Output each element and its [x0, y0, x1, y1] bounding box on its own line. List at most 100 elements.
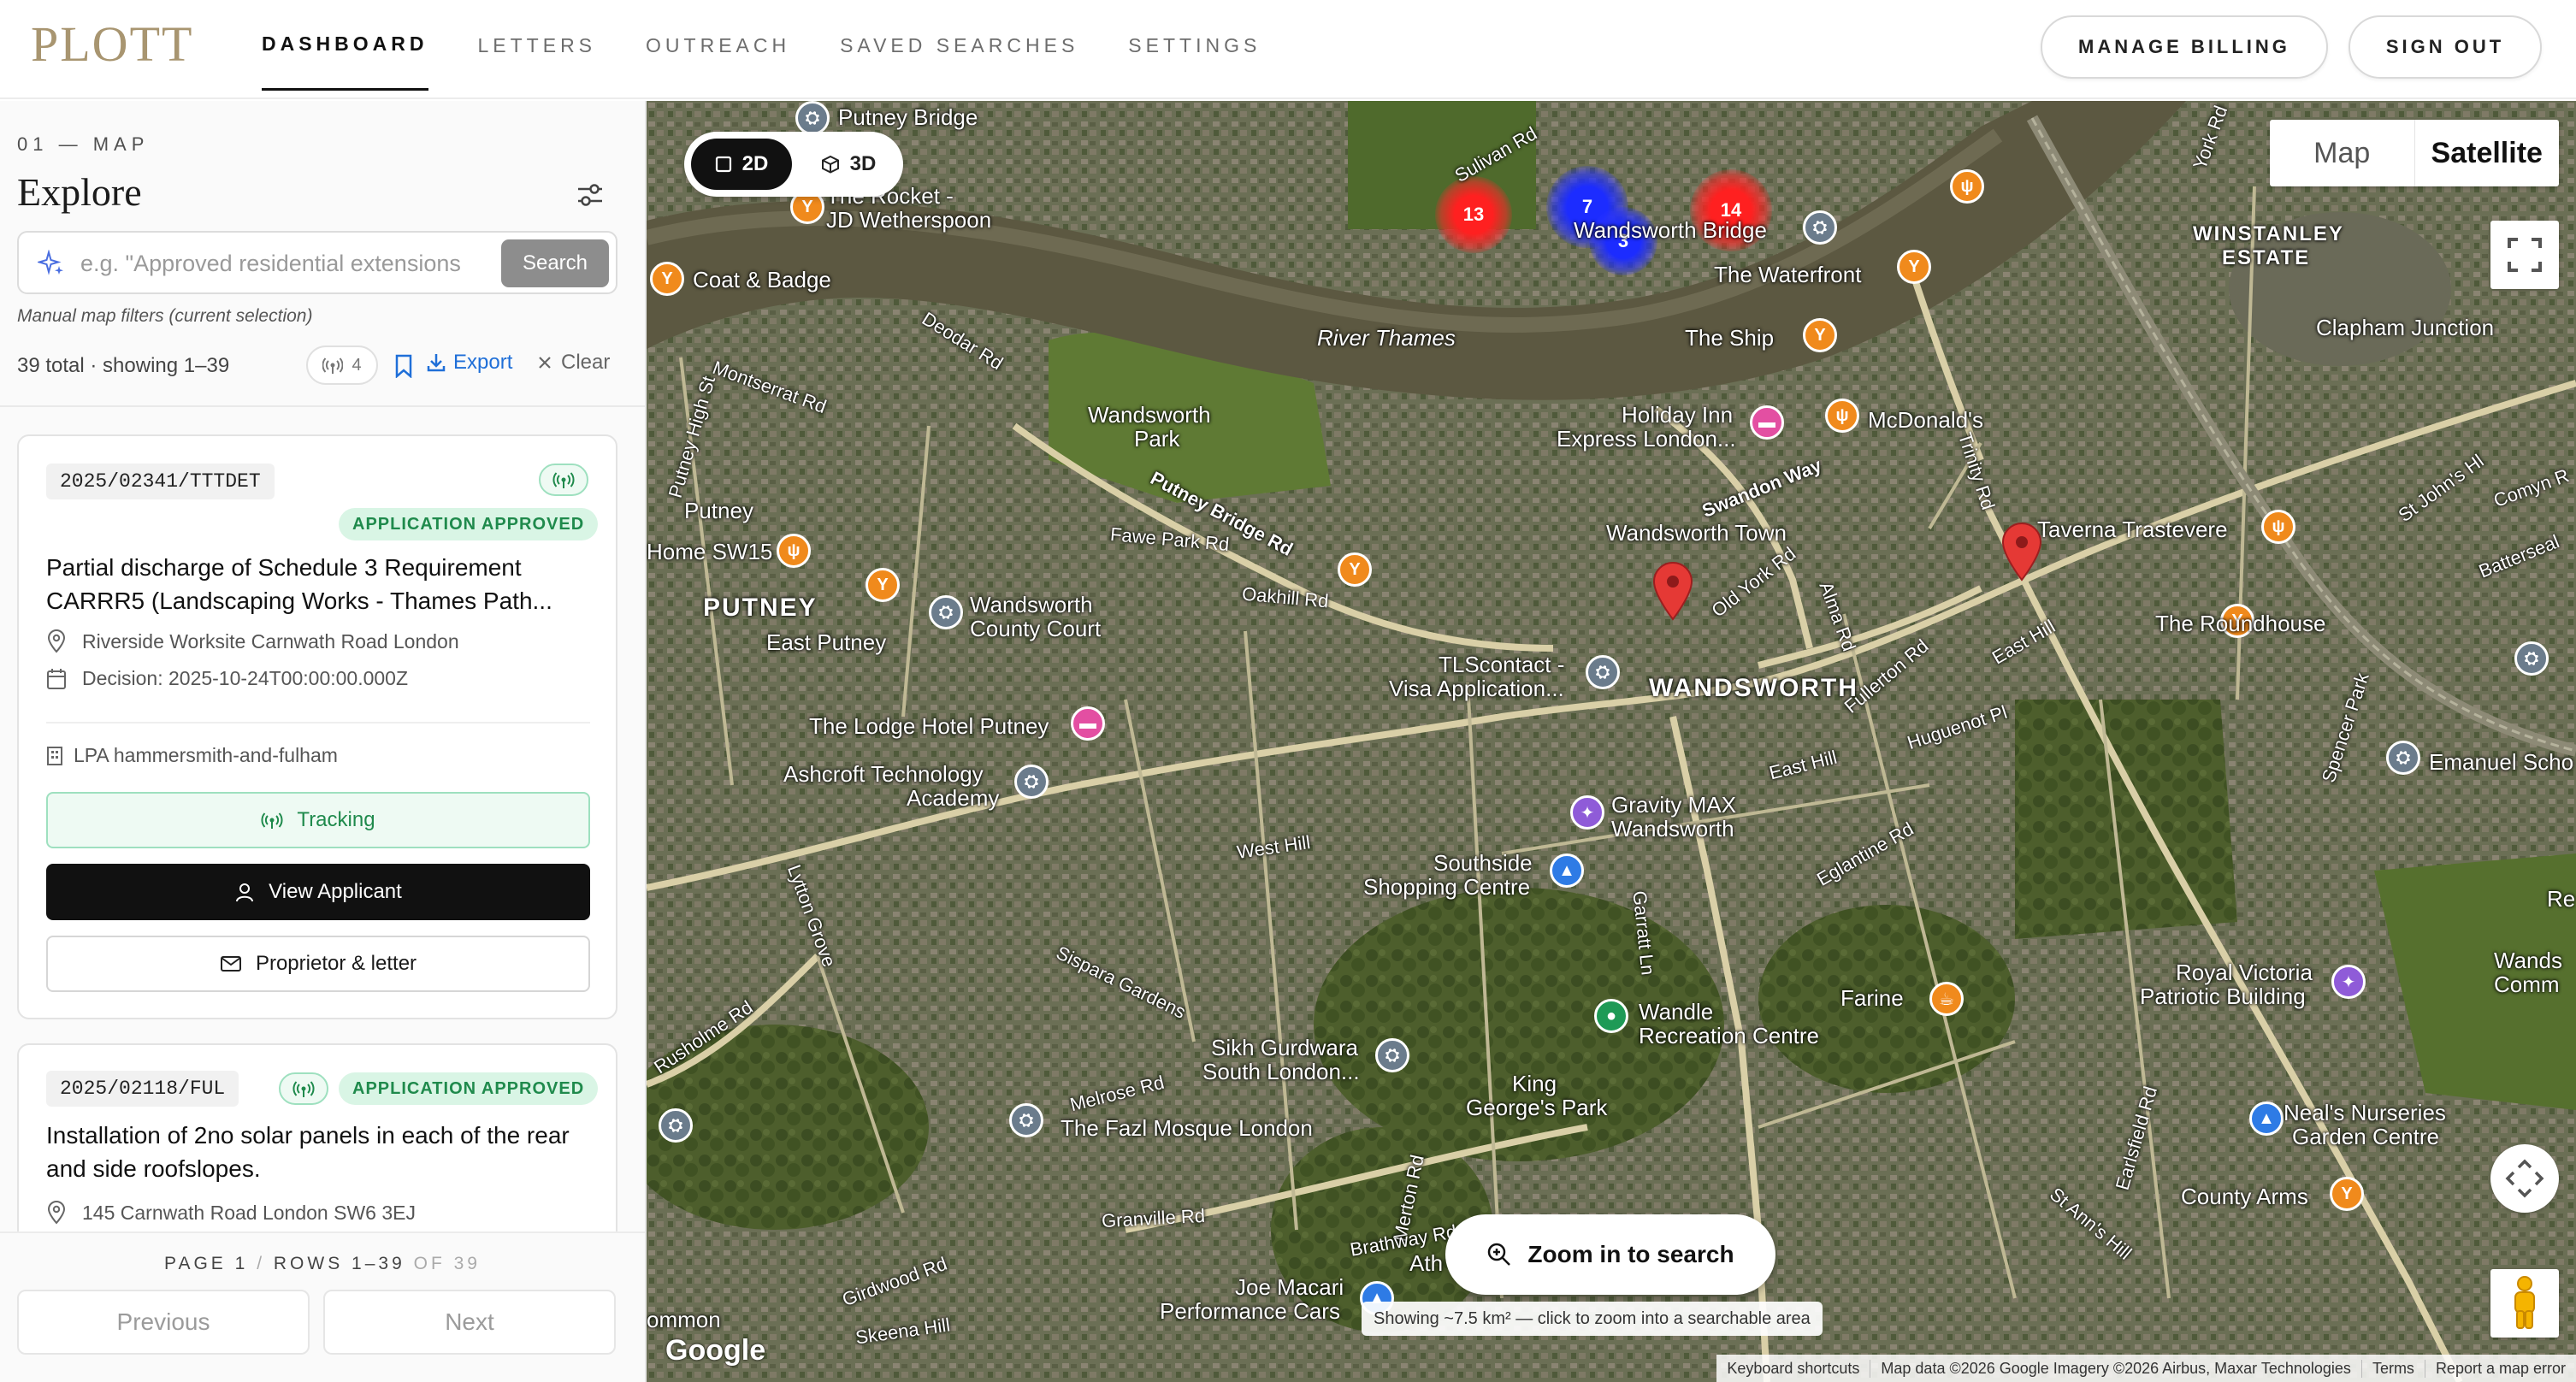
- export-button[interactable]: Export: [426, 351, 512, 375]
- map-label: Park: [1134, 426, 1180, 452]
- google-logo: Google: [665, 1334, 766, 1367]
- map-type-satellite-button[interactable]: Satellite: [2414, 120, 2560, 186]
- next-page-button[interactable]: Next: [323, 1290, 616, 1355]
- keyboard-shortcuts-link[interactable]: Keyboard shortcuts: [1716, 1360, 1870, 1378]
- street-view-pegman-button[interactable]: [2490, 1269, 2559, 1338]
- tracking-indicator[interactable]: [539, 464, 588, 496]
- map-label: County Arms: [2181, 1184, 2308, 1209]
- map-label: Garden Centre: [2292, 1124, 2439, 1149]
- restaurant-poi-icon[interactable]: ψ: [1825, 399, 1859, 433]
- poi-marker-icon[interactable]: ⛭: [1375, 1038, 1409, 1072]
- search-input[interactable]: [80, 245, 474, 282]
- zoom-in-to-search-button[interactable]: Zoom in to search: [1445, 1214, 1775, 1295]
- map-label: Home SW15: [647, 539, 773, 564]
- map-label: WANDSWORTH: [1649, 674, 1858, 702]
- tracking-indicator[interactable]: [279, 1072, 328, 1105]
- map-label: TLScontact -: [1439, 652, 1565, 677]
- camera-control-button[interactable]: [2490, 1144, 2559, 1213]
- poi-marker-icon[interactable]: ⛭: [2386, 741, 2420, 775]
- map-label: Royal Victoria: [2176, 960, 2313, 985]
- poi-marker-icon[interactable]: ⛭: [929, 595, 963, 629]
- nav-settings[interactable]: SETTINGS: [1128, 0, 1261, 91]
- poi-marker-icon[interactable]: ⛭: [1009, 1103, 1043, 1137]
- map-label: Academy: [907, 785, 1000, 811]
- lpa-row: LPA hammersmith-and-fulham: [46, 744, 338, 767]
- cafe-poi-icon[interactable]: ☕: [1929, 982, 1964, 1016]
- satellite-map[interactable]: 13 7 3 14 ⛭ Y Y ⛭ Y Y ψ ▬ ψ ψ Y Y ⛭ ψ Y …: [647, 101, 2576, 1382]
- nav-letters[interactable]: LETTERS: [478, 0, 597, 91]
- poi-marker-icon[interactable]: ⛭: [659, 1108, 693, 1143]
- map-label: Gravity MAX: [1611, 792, 1736, 818]
- application-title: Installation of 2no solar panels in each…: [46, 1122, 570, 1182]
- map-type-map-button[interactable]: Map: [2270, 120, 2414, 186]
- restaurant-poi-icon[interactable]: ψ: [1950, 169, 1984, 204]
- view-2d-button[interactable]: 2D: [691, 139, 792, 190]
- previous-page-button[interactable]: Previous: [17, 1290, 310, 1355]
- map-label: The Roundhouse: [2155, 611, 2326, 636]
- calendar-icon: [47, 668, 66, 689]
- poi-marker-icon[interactable]: ⛭: [795, 101, 830, 135]
- map-label: Holiday Inn: [1622, 402, 1734, 428]
- clear-button[interactable]: Clear: [537, 351, 610, 375]
- address-row: Riverside Worksite Carnwath Road London: [46, 629, 459, 653]
- tracking-filter-chip[interactable]: 4: [306, 346, 378, 385]
- map-label: County Court: [970, 616, 1102, 641]
- broadcast-icon: [552, 472, 575, 488]
- map-label: ommon: [647, 1307, 721, 1332]
- terms-link[interactable]: Terms: [2360, 1359, 2425, 1378]
- map-cluster-marker[interactable]: 13: [1435, 176, 1512, 253]
- bar-poi-icon[interactable]: Y: [650, 262, 684, 296]
- restaurant-poi-icon[interactable]: ψ: [777, 534, 811, 568]
- bar-poi-icon[interactable]: Y: [2330, 1177, 2364, 1211]
- square-icon: [715, 156, 731, 173]
- map-label: Farine: [1840, 985, 1904, 1011]
- map-label: East Putney: [766, 629, 887, 655]
- hotel-poi-icon[interactable]: ▬: [1750, 405, 1784, 440]
- restaurant-poi-icon[interactable]: ψ: [2261, 510, 2295, 544]
- poi-marker-icon[interactable]: ⛭: [1014, 765, 1049, 799]
- bar-poi-icon[interactable]: Y: [866, 568, 900, 602]
- shopping-poi-icon[interactable]: ▲: [2249, 1101, 2284, 1136]
- proprietor-letter-button[interactable]: Proprietor & letter: [46, 936, 590, 992]
- recreation-poi-icon[interactable]: ●: [1594, 999, 1628, 1033]
- tracking-button[interactable]: Tracking: [46, 792, 590, 848]
- poi-marker-icon[interactable]: ⛭: [2514, 641, 2549, 676]
- sign-out-button[interactable]: SIGN OUT: [2349, 15, 2542, 79]
- map-label: JD Wetherspoon: [826, 207, 992, 233]
- nav-dashboard[interactable]: DASHBOARD: [262, 0, 428, 91]
- app-logo[interactable]: PLOTT: [31, 15, 193, 73]
- nav-outreach[interactable]: OUTREACH: [646, 0, 790, 91]
- view-applicant-button[interactable]: View Applicant: [46, 864, 590, 920]
- map-label: The Lodge Hotel Putney: [809, 713, 1049, 739]
- fullscreen-button[interactable]: [2490, 221, 2559, 289]
- shopping-poi-icon[interactable]: ▲: [1550, 853, 1584, 888]
- hotel-poi-icon[interactable]: ▬: [1071, 706, 1105, 741]
- nav-saved-searches[interactable]: SAVED SEARCHES: [840, 0, 1078, 91]
- poi-marker-icon[interactable]: ⛭: [1803, 210, 1837, 245]
- zoom-in-icon: [1488, 1243, 1511, 1266]
- map-label: ESTATE: [2222, 246, 2311, 269]
- bar-poi-icon[interactable]: Y: [1338, 552, 1372, 587]
- search-button[interactable]: Search: [501, 239, 609, 287]
- map-label: King: [1512, 1071, 1557, 1096]
- map-label: Shopping Centre: [1363, 874, 1531, 900]
- bar-poi-icon[interactable]: Y: [1803, 318, 1837, 352]
- cube-icon: [821, 155, 839, 174]
- application-card[interactable]: 2025/02341/TTTDET APPLICATION APPROVED P…: [17, 434, 617, 1019]
- map-location-marker[interactable]: [1651, 561, 1695, 621]
- map-label: Taverna Trastevere: [2037, 517, 2228, 542]
- view-3d-button[interactable]: 3D: [801, 139, 896, 190]
- page-info: PAGE 1 / ROWS 1–39 OF 39: [0, 1254, 645, 1274]
- entertainment-poi-icon[interactable]: ✦: [1570, 795, 1604, 830]
- landmark-poi-icon[interactable]: ✦: [2331, 965, 2366, 999]
- page-separator: /: [257, 1254, 266, 1273]
- bar-poi-icon[interactable]: Y: [1897, 250, 1931, 284]
- manage-billing-button[interactable]: MANAGE BILLING: [2041, 15, 2328, 79]
- map-label: Express London...: [1557, 426, 1736, 452]
- poi-marker-icon[interactable]: ⛭: [1586, 655, 1620, 689]
- filter-settings-icon[interactable]: [575, 180, 606, 210]
- map-label: PUTNEY: [703, 594, 818, 622]
- report-map-error-link[interactable]: Report a map error: [2424, 1359, 2576, 1378]
- bookmark-icon[interactable]: [393, 354, 414, 378]
- view-2d-label: 2D: [741, 152, 769, 175]
